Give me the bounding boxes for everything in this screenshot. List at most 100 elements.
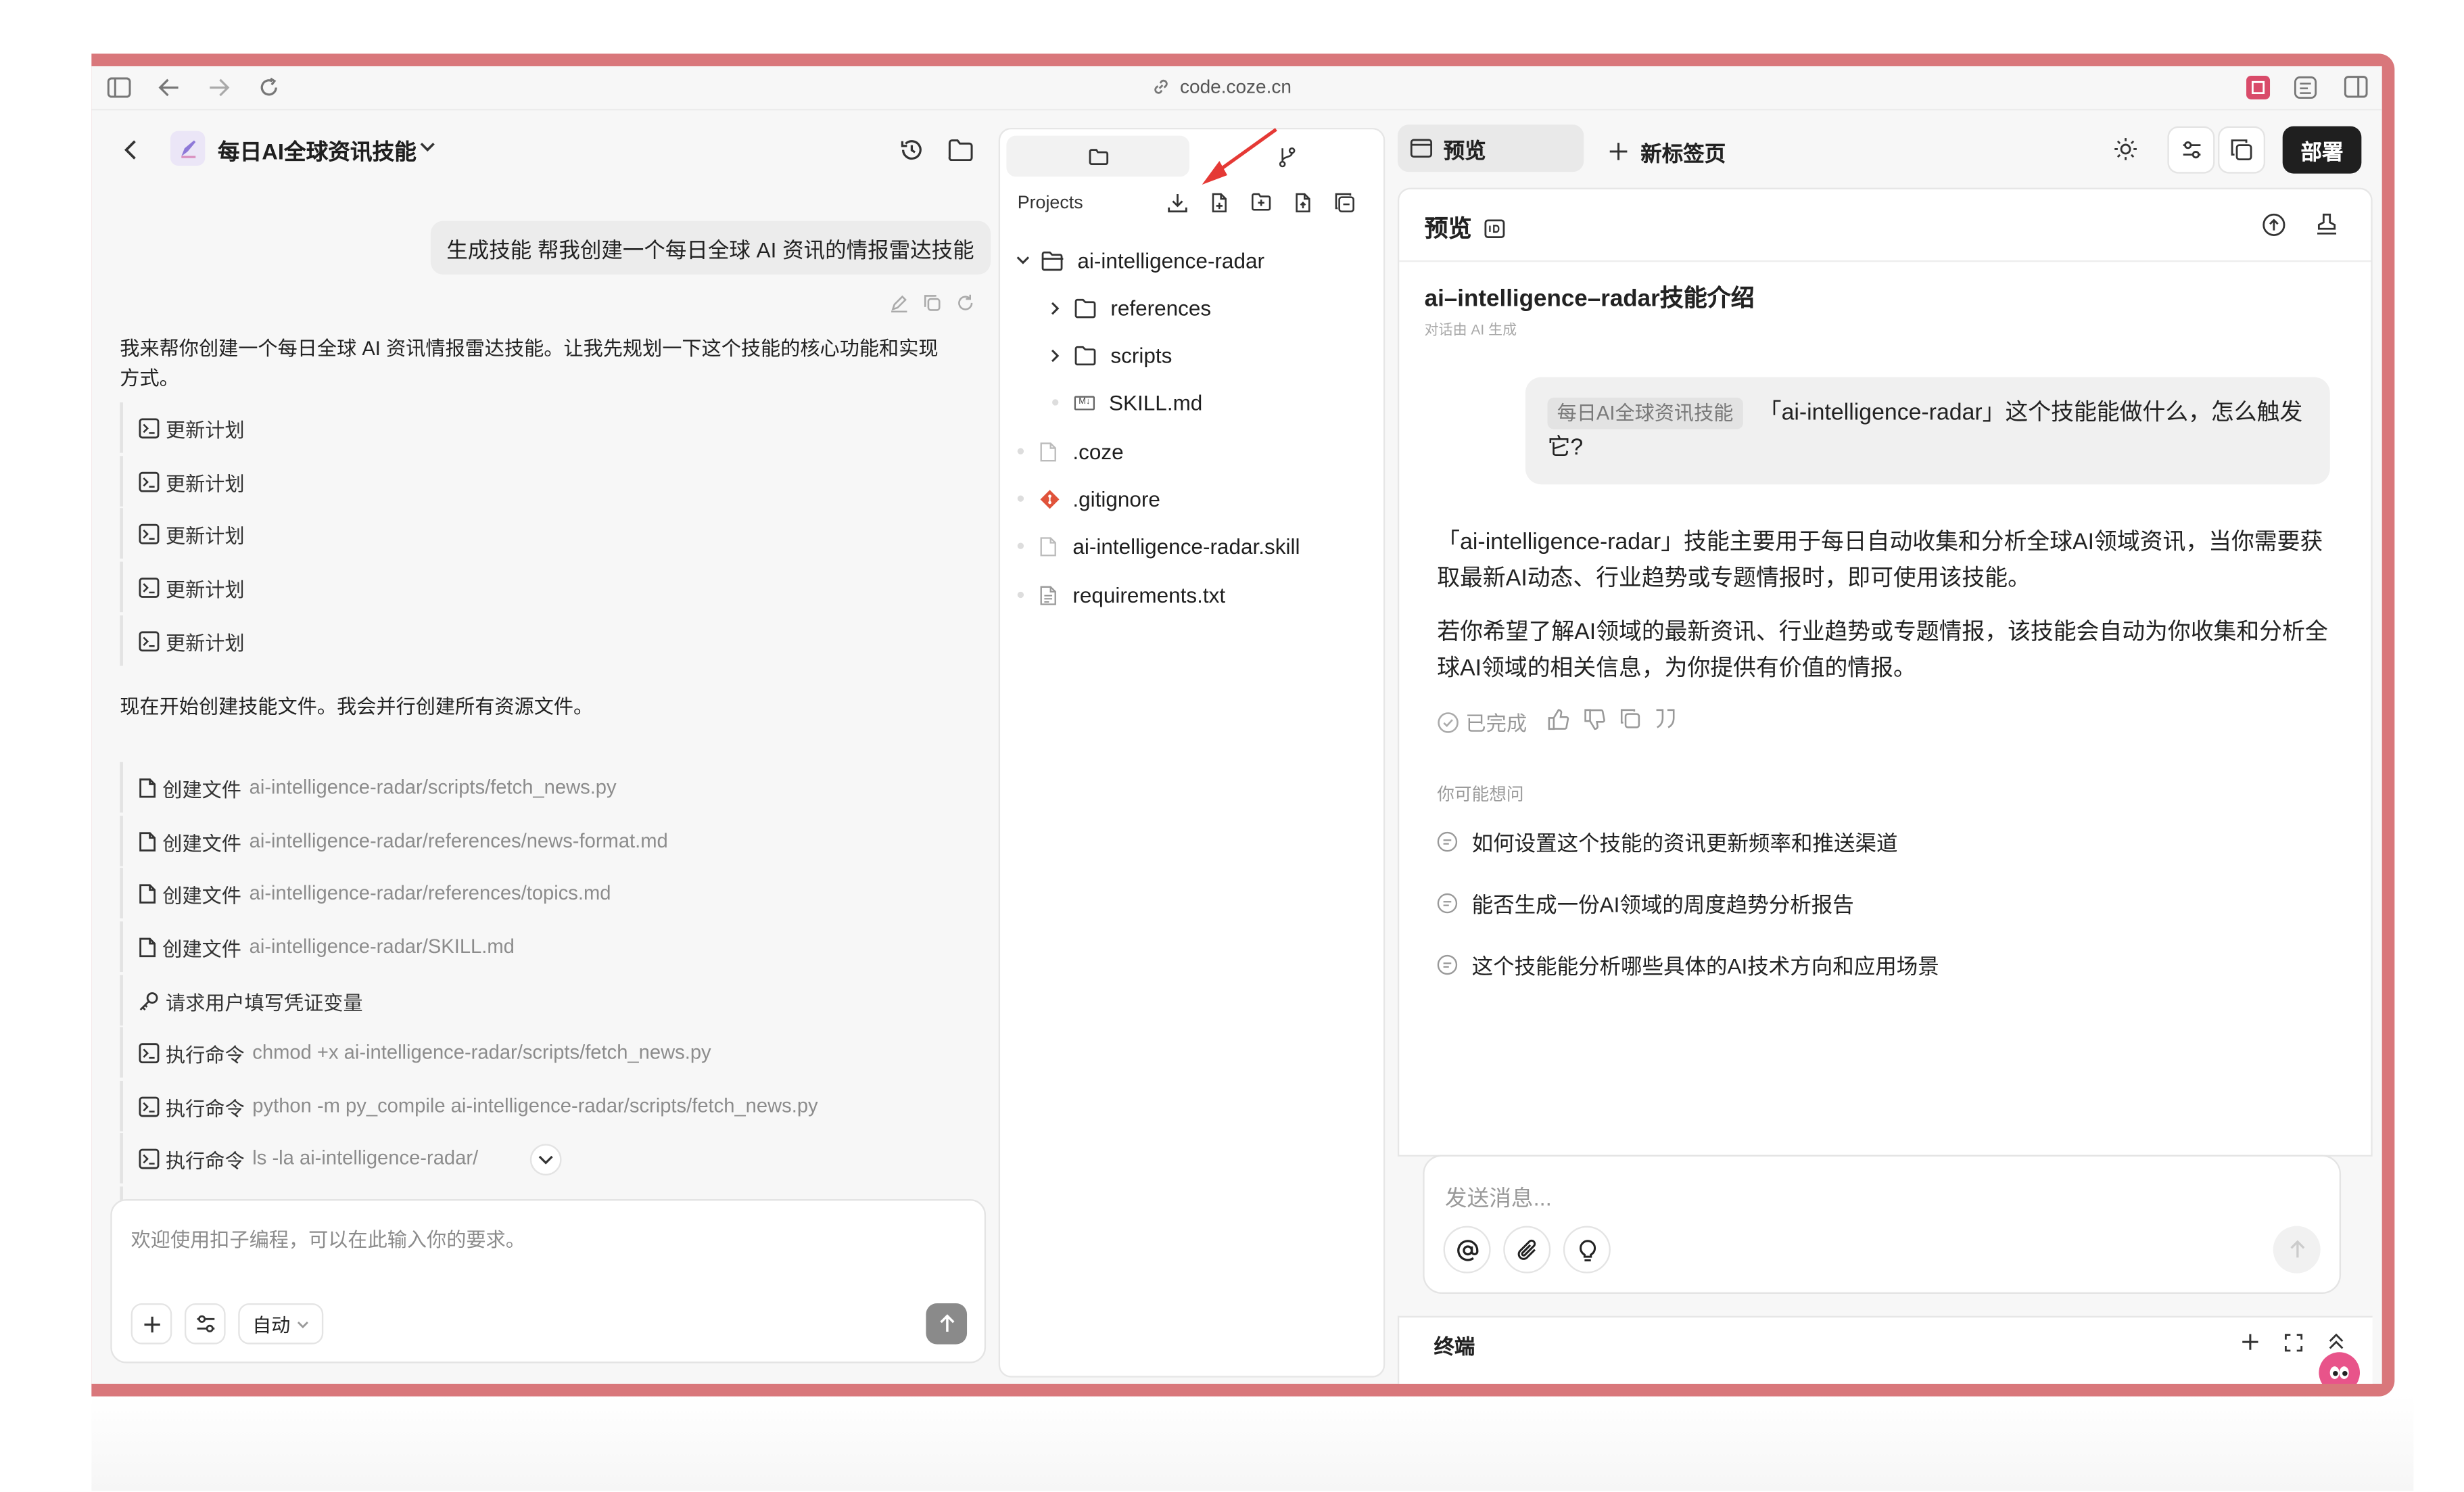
- step-bar: [120, 921, 123, 973]
- reload-icon[interactable]: [259, 77, 279, 97]
- tool-step[interactable]: 执行命令 chmod +x ai-intelligence-radar/scrip…: [120, 1027, 711, 1078]
- chevron-down-icon[interactable]: [420, 142, 435, 153]
- config-button[interactable]: [2167, 126, 2215, 174]
- regenerate-icon[interactable]: [956, 294, 975, 312]
- terminal-label: 终端: [1434, 1334, 1475, 1359]
- folder-tab-icon: [1088, 148, 1108, 164]
- tab-new[interactable]: 新标签页: [1609, 136, 1726, 168]
- chevron-right-icon: [1051, 348, 1060, 362]
- tree-root-folder[interactable]: ai-intelligence-radar: [1016, 245, 1264, 277]
- project-title[interactable]: 每日AI全球资讯技能: [218, 136, 417, 168]
- plan-step[interactable]: 更新计划: [120, 615, 245, 666]
- copy-icon[interactable]: [923, 294, 942, 312]
- tool-step-path: python -m py_compile ai-intelligence-rad…: [252, 1095, 818, 1117]
- deploy-button[interactable]: 部署: [2282, 126, 2362, 174]
- suggestion-item[interactable]: 能否生成一份AI领域的周度趋势分析报告: [1437, 887, 1854, 918]
- preview-send-button[interactable]: [2273, 1226, 2321, 1274]
- folder-icon[interactable]: [948, 139, 973, 161]
- address-bar[interactable]: code.coze.cn: [1152, 76, 1292, 98]
- forward-icon[interactable]: [208, 77, 231, 97]
- tree-file-label: ai-intelligence-radar.skill: [1072, 534, 1300, 558]
- sidebar-toggle-icon[interactable]: [107, 77, 131, 98]
- tool-step-path: ai-intelligence-radar/references/news-fo…: [249, 830, 668, 852]
- chat-input-box[interactable]: 欢迎使用扣子编程，可以在此输入你的要求。 自动: [110, 1199, 987, 1363]
- tool-step-label: 请求用户填写凭证变量: [165, 992, 363, 1014]
- folder-open-icon: [1041, 250, 1064, 271]
- tab-preview[interactable]: 预览: [1397, 124, 1584, 172]
- plan-step[interactable]: 更新计划: [120, 508, 245, 559]
- mention-button[interactable]: [1443, 1226, 1491, 1274]
- edit-icon[interactable]: [890, 294, 909, 312]
- sliders-icon: [2182, 141, 2200, 159]
- quote-icon[interactable]: [1655, 708, 1677, 728]
- arrow-up-icon: [2290, 1240, 2304, 1258]
- terminal-icon: [139, 1148, 160, 1169]
- stamp-icon[interactable]: [2316, 213, 2338, 237]
- answer-paragraph-2: 若你希望了解AI领域的最新资讯、行业趋势或专题情报，该技能会自动为你收集和分析全…: [1437, 620, 2328, 682]
- terminal-icon: [139, 1042, 160, 1063]
- chat-input-placeholder[interactable]: 欢迎使用扣子编程，可以在此输入你的要求。: [131, 1223, 525, 1253]
- add-button[interactable]: [131, 1303, 172, 1345]
- file-icon: [1040, 442, 1056, 461]
- tree-file-skill-md[interactable]: M↓ SKILL.md: [1051, 387, 1202, 419]
- tool-step[interactable]: 执行命令 python -m py_compile ai-intelligence…: [120, 1081, 818, 1132]
- tree-folder-references[interactable]: references: [1051, 292, 1211, 324]
- files-tab[interactable]: [1006, 135, 1190, 177]
- tree-file-gitignore[interactable]: .gitignore: [1017, 483, 1160, 515]
- tool-step[interactable]: 创建文件 ai-intelligence-radar/references/new…: [120, 816, 668, 866]
- back-chevron-icon[interactable]: [123, 139, 139, 161]
- expand-up-icon[interactable]: [2328, 1332, 2344, 1351]
- tool-step[interactable]: 创建文件 ai-intelligence-radar/references/top…: [120, 868, 611, 918]
- share-upload-icon[interactable]: [2262, 213, 2285, 237]
- step-bar: [120, 975, 123, 1026]
- settings-sliders-button[interactable]: [184, 1303, 226, 1345]
- paperclip-icon: [1517, 1238, 1536, 1259]
- tree-file-requirements[interactable]: requirements.txt: [1017, 579, 1225, 611]
- translate-icon[interactable]: [2294, 76, 2317, 99]
- tree-folder-scripts[interactable]: scripts: [1051, 340, 1172, 371]
- plus-icon[interactable]: [2242, 1333, 2259, 1351]
- step-bar: [120, 402, 123, 453]
- terminal-bar[interactable]: 终端: [1397, 1315, 2373, 1384]
- thumbs-down-icon[interactable]: [1584, 708, 1606, 730]
- back-icon[interactable]: [158, 77, 180, 97]
- plan-step[interactable]: 更新计划: [120, 402, 245, 453]
- browser-content: code.coze.cn 每日AI全球资讯技能 生成技能 帮我创建一个每日全球 …: [91, 66, 2382, 1384]
- duplicate-button[interactable]: [2218, 126, 2266, 174]
- send-button[interactable]: [926, 1303, 968, 1345]
- theme-sun-icon[interactable]: [2114, 137, 2137, 161]
- step-bar: [120, 762, 123, 813]
- tool-step[interactable]: 执行命令 ls -la ai-intelligence-radar/: [120, 1133, 478, 1184]
- extension-icon[interactable]: [2246, 75, 2271, 99]
- terminal-icon: [139, 523, 160, 544]
- collapse-all-icon[interactable]: [1335, 193, 1355, 213]
- lightbulb-icon: [1578, 1239, 1595, 1261]
- split-view-icon[interactable]: [2344, 76, 2368, 98]
- tree-file-coze[interactable]: .coze: [1017, 436, 1124, 467]
- tool-step[interactable]: 请求用户填写凭证变量: [120, 975, 363, 1026]
- history-icon[interactable]: [899, 137, 924, 162]
- suggestion-item[interactable]: 如何设置这个技能的资讯更新频率和推送渠道: [1437, 825, 1897, 857]
- tool-step[interactable]: 创建文件 ai-intelligence-radar/scripts/fetch_…: [120, 762, 617, 813]
- plan-step[interactable]: 更新计划: [120, 456, 245, 507]
- idea-button[interactable]: [1563, 1226, 1611, 1274]
- fullscreen-icon[interactable]: [2284, 1333, 2303, 1352]
- attach-button[interactable]: [1503, 1226, 1551, 1274]
- mode-select[interactable]: 自动: [238, 1303, 324, 1345]
- thumbs-up-icon[interactable]: [1548, 708, 1570, 730]
- tool-step-path: ai-intelligence-radar/scripts/fetch_news…: [249, 776, 617, 799]
- copy-icon: [2231, 139, 2252, 161]
- copy-icon[interactable]: [1620, 708, 1640, 728]
- terminal-icon: [139, 417, 160, 438]
- preview-input-placeholder[interactable]: 发送消息...: [1445, 1182, 1552, 1213]
- download-icon[interactable]: [1167, 193, 1187, 213]
- plan-step-label: 更新计划: [165, 419, 245, 442]
- preview-input-box[interactable]: 发送消息...: [1423, 1155, 2342, 1294]
- tool-step[interactable]: 创建文件 ai-intelligence-radar/SKILL.md: [120, 921, 515, 973]
- file-icon: [1040, 536, 1056, 556]
- annotation-arrow-icon: [1202, 128, 1277, 185]
- plan-step[interactable]: 更新计划: [120, 561, 245, 613]
- scroll-down-icon[interactable]: [529, 1144, 562, 1176]
- suggestion-item[interactable]: 这个技能能分析哪些具体的AI技术方向和应用场景: [1437, 948, 1939, 980]
- tree-file-skill-archive[interactable]: ai-intelligence-radar.skill: [1017, 530, 1300, 562]
